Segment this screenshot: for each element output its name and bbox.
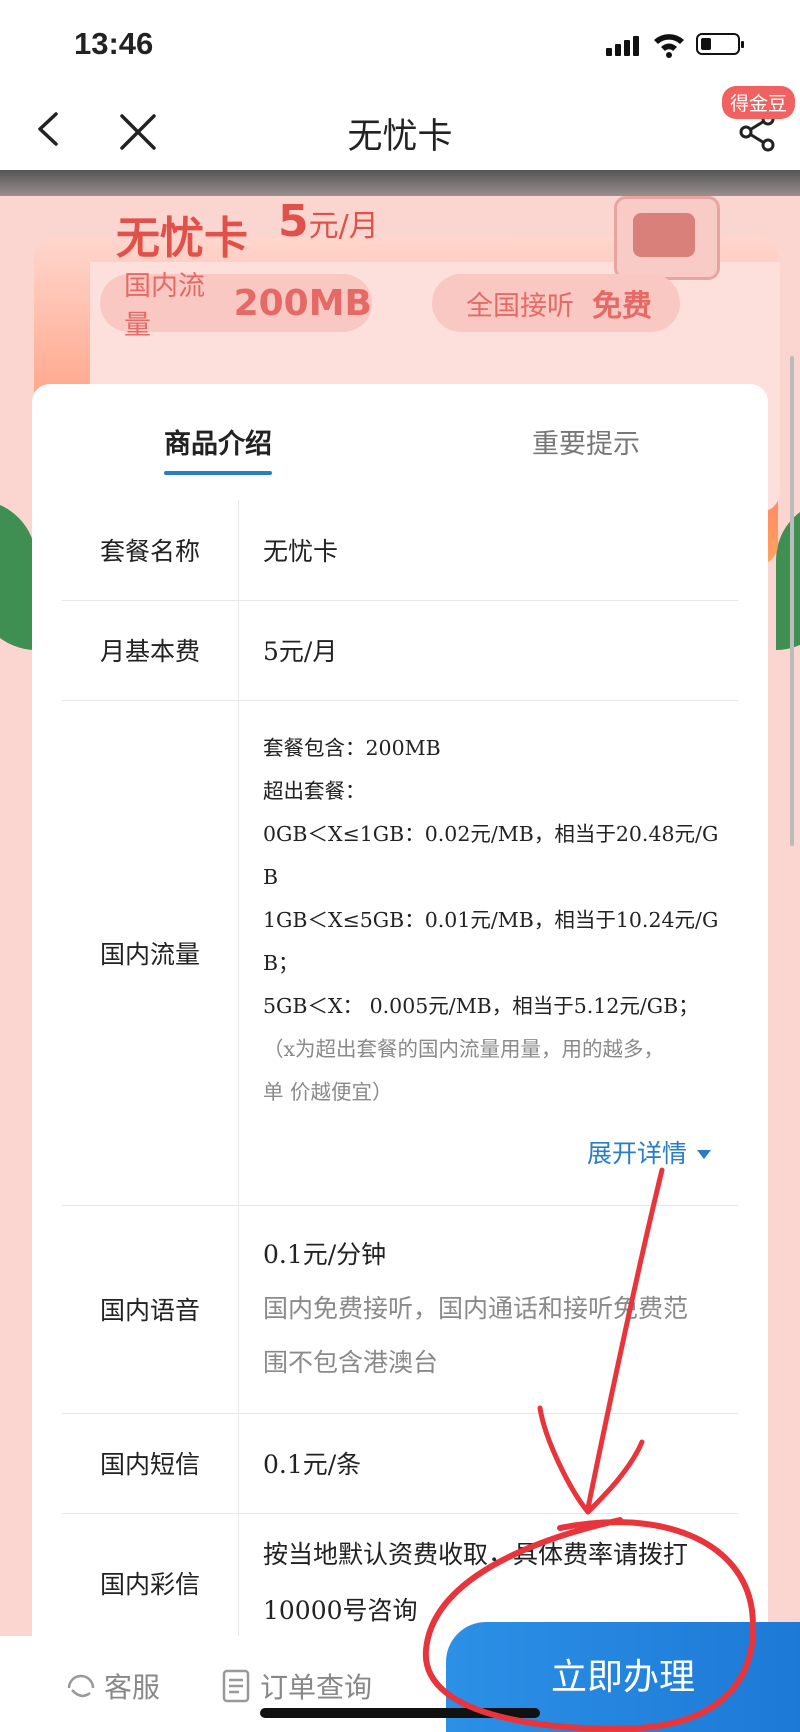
page-title: 无忧卡	[347, 117, 453, 157]
spec-label: 国内彩信	[62, 1513, 239, 1654]
tab-product-intro[interactable]: 商品介绍	[164, 422, 272, 475]
data-detail-line: 超出套餐：	[263, 778, 366, 803]
spec-value: 0.1元/分钟 国内免费接听，国内通话和接听免费范 围不包含港澳台	[238, 1205, 738, 1414]
data-detail: 套餐包含：200MB 超出套餐： 0GB＜X≤1GB：0.02元/MB，相当于2…	[263, 727, 737, 1114]
expand-details-label: 展开详情	[586, 1138, 687, 1168]
data-detail-line: 1GB＜X≤5GB：0.01元/MB，相当于10.24元/G	[263, 907, 719, 932]
data-detail-line: 5GB＜X： 0.005元/MB，相当于5.12元/GB；	[263, 993, 699, 1018]
active-tab-indicator	[164, 471, 272, 475]
tab-product-intro-label: 商品介绍	[164, 429, 272, 460]
data-detail-line: B	[263, 864, 279, 889]
status-bar: 13:46	[0, 0, 800, 88]
scrollbar[interactable]	[790, 356, 794, 846]
headset-icon	[67, 1674, 95, 1698]
nav-bar: 无忧卡	[0, 88, 800, 170]
battery-icon	[696, 33, 744, 55]
customer-service-button[interactable]: 客服	[64, 1666, 160, 1706]
data-detail-line: B；	[263, 950, 299, 975]
table-row: 套餐名称 无忧卡	[62, 500, 738, 601]
spec-value: 套餐包含：200MB 超出套餐： 0GB＜X≤1GB：0.02元/MB，相当于2…	[238, 700, 738, 1206]
banner-photo	[0, 170, 800, 196]
spec-label: 国内流量	[62, 700, 239, 1206]
home-indicator	[260, 1708, 540, 1718]
spec-label: 月基本费	[62, 600, 239, 701]
spec-label: 套餐名称	[62, 500, 239, 601]
banner-plan-name: 无忧卡	[116, 213, 248, 264]
spec-value: 无忧卡	[238, 500, 738, 601]
detail-card: 商品介绍 重要提示 套餐名称 无忧卡 月基本费 5元/月 国内流量 套餐包含：2…	[32, 384, 768, 1684]
customer-service-label: 客服	[104, 1671, 161, 1704]
data-detail-note: （x为超出套餐的国内流量用量，用的越多，	[263, 1036, 665, 1061]
banner-data-label: 国内流量	[124, 271, 205, 341]
expand-details-link[interactable]: 展开详情	[263, 1134, 737, 1170]
wifi-icon	[654, 34, 684, 58]
cellular-signal-icon	[606, 34, 644, 56]
banner-price-unit: 元/月	[308, 209, 379, 244]
banner-price: 5元/月	[278, 196, 379, 247]
table-row: 国内短信 0.1元/条	[62, 1413, 738, 1514]
spec-table: 套餐名称 无忧卡 月基本费 5元/月 国内流量 套餐包含：200MB 超出套餐：…	[62, 500, 738, 1654]
leaf-decoration	[776, 500, 800, 650]
tab-important-notice[interactable]: 重要提示	[532, 422, 640, 461]
caret-down-icon	[697, 1150, 711, 1159]
gold-bean-badge[interactable]: 得金豆	[722, 86, 796, 119]
spec-label: 国内语音	[62, 1205, 239, 1414]
banner-call-value: 免费	[592, 289, 652, 324]
table-row: 国内语音 0.1元/分钟 国内免费接听，国内通话和接听免费范 围不包含港澳台	[62, 1205, 738, 1414]
spec-label: 国内短信	[62, 1413, 239, 1514]
voice-note-line: 围不包含港澳台	[263, 1348, 439, 1377]
spec-value: 0.1元/条	[238, 1413, 738, 1514]
status-time: 13:46	[74, 26, 154, 61]
banner-call-pill: 全国接听 免费	[432, 274, 680, 332]
data-detail-line: 0GB＜X≤1GB：0.02元/MB，相当于20.48元/G	[263, 821, 719, 846]
data-detail-note: 单 价越便宜）	[263, 1079, 393, 1104]
order-query-label: 订单查询	[260, 1671, 373, 1704]
leaf-decoration	[0, 500, 36, 650]
spec-value: 5元/月	[238, 600, 738, 701]
banner-call-label: 全国接听	[466, 290, 574, 322]
banner-data-pill: 国内流量 200MB	[100, 271, 372, 341]
table-row: 月基本费 5元/月	[62, 600, 738, 701]
banner-price-value: 5	[278, 196, 309, 247]
banner-data-value: 200MB	[233, 282, 372, 324]
mms-line: 按当地默认资费收取，具体费率请拨打	[263, 1540, 689, 1569]
apply-now-label: 立即办理	[550, 1657, 695, 1698]
sim-chip-icon	[614, 196, 720, 280]
order-query-button[interactable]: 订单查询	[222, 1666, 372, 1706]
document-icon	[222, 1669, 250, 1703]
voice-note-line: 国内免费接听，国内通话和接听免费范	[263, 1294, 689, 1323]
data-detail-line: 套餐包含：200MB	[263, 735, 441, 760]
voice-price: 0.1元/分钟	[263, 1240, 387, 1269]
table-row: 国内流量 套餐包含：200MB 超出套餐： 0GB＜X≤1GB：0.02元/MB…	[62, 700, 738, 1206]
